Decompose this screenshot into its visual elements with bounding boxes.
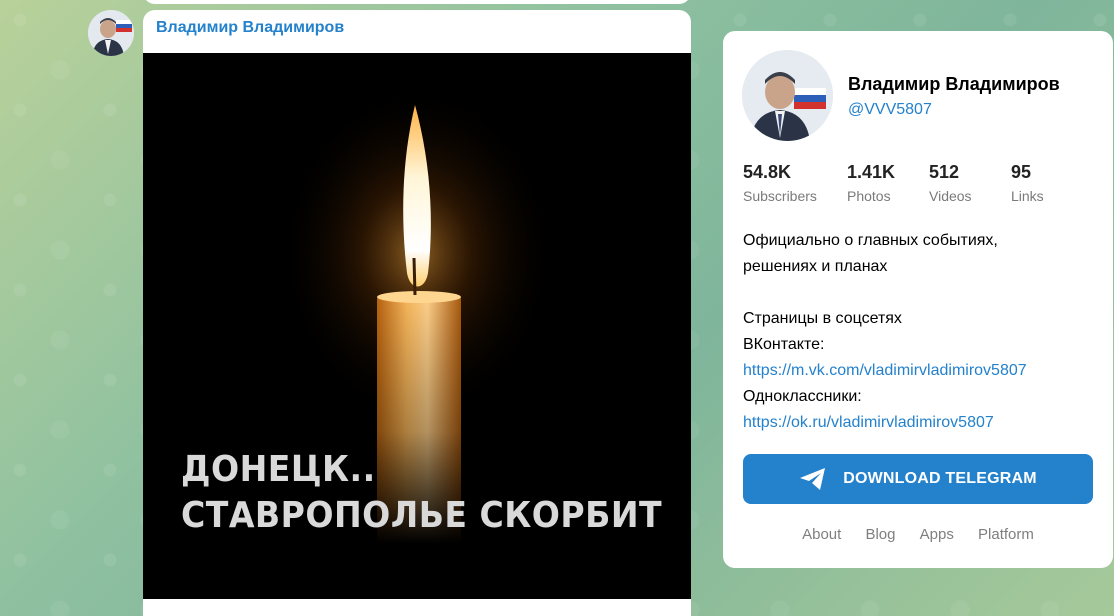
download-telegram-label: DOWNLOAD TELEGRAM [843,470,1037,487]
stat-subscribers: 54.8K Subscribers [743,162,847,204]
description-line: Страницы в соцсетях [743,310,902,327]
stat-value: 54.8K [743,162,792,182]
channel-name: Владимир Владимиров [848,74,1060,94]
stat-value: 512 [929,162,960,182]
vk-link[interactable]: https://m.vk.com/vladimirvladimirov5807 [743,358,1103,384]
description-line: Одноклассники: [743,388,862,405]
description-line: Официально о главных событиях, [743,232,998,249]
avatar-photo-icon [88,10,134,56]
stat-value: 1.41K [847,162,896,182]
download-telegram-button[interactable]: DOWNLOAD TELEGRAM [743,454,1093,504]
stat-label: Photos [847,188,891,204]
footer-links: About Blog Apps Platform [723,526,1113,543]
telegram-icon [800,468,826,490]
previous-post-edge [143,0,691,4]
post-author-name[interactable]: Владимир Владимиров [156,19,344,37]
footer-link-blog[interactable]: Blog [865,526,895,543]
ok-link[interactable]: https://ok.ru/vladimirvladimirov5807 [743,410,1103,436]
footer-link-about[interactable]: About [802,526,841,543]
stat-videos[interactable]: 512 Videos [929,162,1011,204]
stat-links[interactable]: 95 Links [1011,162,1081,204]
channel-stats: 54.8K Subscribers 1.41K Photos 512 Video… [743,162,1081,204]
post-photo[interactable]: ДОНЕЦК.. СТАВРОПОЛЬЕ СКОРБИТ [143,53,691,599]
stat-photos[interactable]: 1.41K Photos [847,162,929,204]
description-line: решениях и планах [743,258,888,275]
channel-post: Владимир Владимиров ДОНЕЦК.. СТАВРОПОЛЬЕ… [143,10,691,616]
channel-handle[interactable]: @VVV5807 [848,101,932,119]
channel-description: Официально о главных событиях, решениях … [743,228,1103,436]
stat-label: Links [1011,188,1044,204]
post-author-avatar[interactable] [88,10,134,56]
photo-caption: ДОНЕЦК.. СТАВРОПОЛЬЕ СКОРБИТ [181,447,662,539]
description-line: ВКонтакте: [743,336,825,353]
avatar-photo-icon [742,50,833,141]
stat-label: Subscribers [743,188,817,204]
photo-caption-line-2: СТАВРОПОЛЬЕ СКОРБИТ [181,495,663,536]
footer-link-platform[interactable]: Platform [978,526,1034,543]
footer-link-apps[interactable]: Apps [920,526,954,543]
photo-caption-line-1: ДОНЕЦК.. [181,449,376,490]
channel-profile-card: Владимир Владимиров @VVV5807 54.8K Subsc… [723,31,1113,568]
channel-avatar[interactable] [742,50,833,141]
stat-value: 95 [1011,162,1032,182]
stat-label: Videos [929,188,972,204]
